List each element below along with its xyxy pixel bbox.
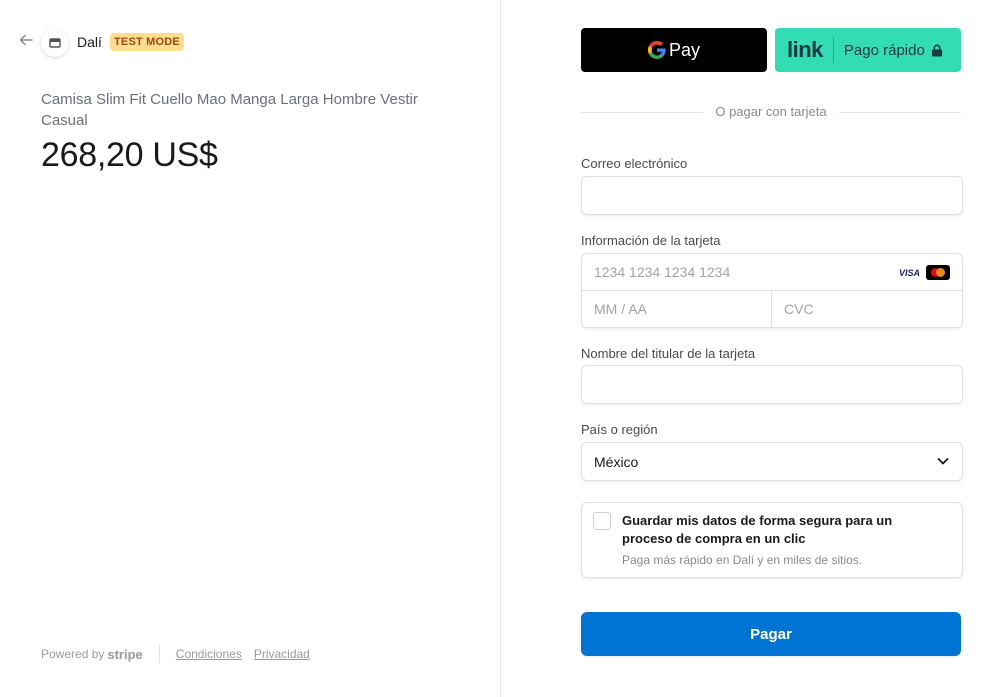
google-pay-label: Pay (668, 39, 701, 60)
card-info-group: VISA (581, 253, 963, 328)
terms-link[interactable]: Condiciones (176, 647, 242, 661)
product-price: 268,20 US$ (41, 136, 218, 174)
save-info-checkbox[interactable] (593, 512, 611, 530)
back-arrow-icon[interactable] (19, 33, 35, 49)
store-avatar[interactable] (41, 29, 69, 57)
google-pay-button[interactable]: Pay (581, 28, 767, 72)
cvc-wrapper (772, 291, 962, 327)
country-value: México (594, 454, 639, 470)
or-text: O pagar con tarjeta (707, 104, 835, 119)
stripe-logo[interactable]: stripe (107, 647, 142, 662)
card-brands: VISA (899, 265, 950, 280)
cardholder-name-wrapper (581, 365, 963, 404)
footer-divider (158, 645, 160, 663)
cardholder-name-label: Nombre del titular de la tarjeta (581, 346, 756, 361)
link-pay-label: Pago rápido (843, 41, 925, 59)
save-info-subtitle: Paga más rápido en Dalí y en miles de si… (622, 553, 863, 567)
store-name: Dalí (77, 34, 102, 50)
test-mode-badge: TEST MODE (110, 33, 184, 51)
payment-pane: Pay link Pago rápido O pagar con tarjeta… (501, 0, 993, 697)
cardholder-name-input[interactable] (582, 366, 962, 403)
store-icon (49, 38, 61, 48)
chevron-down-icon (937, 458, 949, 465)
save-info-box: Guardar mis datos de forma segura para u… (581, 502, 963, 578)
product-name: Camisa Slim Fit Cuello Mao Manga Larga H… (41, 91, 418, 129)
footer: Powered by stripe Condiciones Privacidad (41, 645, 322, 663)
link-logo: link (787, 37, 823, 62)
country-select[interactable]: México (581, 442, 963, 481)
mastercard-icon (926, 265, 950, 280)
or-divider: O pagar con tarjeta (581, 104, 961, 122)
country-label: País o región (581, 422, 658, 437)
link-separator (832, 37, 834, 63)
google-g-icon (647, 41, 666, 59)
order-summary-pane: Dalí TEST MODE Camisa Slim Fit Cuello Ma… (0, 0, 500, 697)
lock-icon (931, 44, 942, 56)
cvc-input[interactable] (772, 291, 962, 327)
visa-icon: VISA (898, 267, 920, 278)
card-info-label: Información de la tarjeta (581, 233, 721, 248)
powered-by-text: Powered by (41, 647, 105, 661)
expiry-input[interactable] (582, 291, 771, 327)
save-info-title: Guardar mis datos de forma segura para u… (622, 513, 893, 546)
link-pay-button[interactable]: link Pago rápido (775, 28, 961, 72)
email-field[interactable] (582, 177, 962, 214)
email-field-wrapper (581, 176, 963, 215)
card-number-row: VISA (582, 254, 962, 291)
expiry-wrapper (582, 291, 772, 327)
privacy-link[interactable]: Privacidad (254, 647, 310, 661)
pay-button[interactable]: Pagar (581, 612, 961, 656)
email-label: Correo electrónico (581, 156, 688, 171)
